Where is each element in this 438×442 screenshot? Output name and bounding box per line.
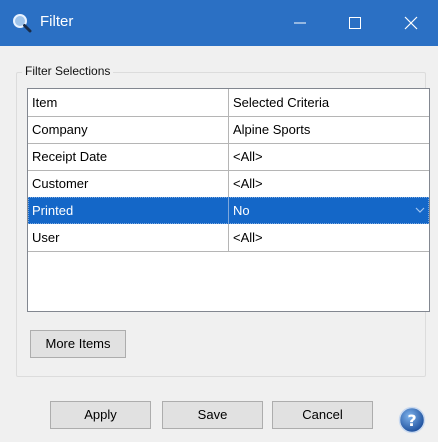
row-item: Company [28, 116, 229, 143]
chevron-down-icon[interactable] [415, 206, 425, 214]
filter-selections-label: Filter Selections [22, 64, 114, 78]
close-icon [404, 16, 418, 30]
row-criteria[interactable]: <All> [229, 224, 429, 251]
maximize-button[interactable] [332, 0, 378, 46]
close-button[interactable] [388, 0, 434, 46]
row-item: Printed [28, 197, 229, 224]
filter-grid[interactable]: Item Selected Criteria Company Alpine Sp… [27, 88, 430, 312]
maximize-icon [349, 17, 361, 29]
table-row[interactable]: Receipt Date <All> [28, 143, 429, 171]
apply-button[interactable]: Apply [50, 401, 151, 429]
table-row[interactable]: User <All> [28, 224, 429, 252]
save-button[interactable]: Save [162, 401, 263, 429]
row-criteria[interactable]: Alpine Sports [229, 116, 429, 143]
table-row[interactable]: Company Alpine Sports [28, 116, 429, 144]
window-title: Filter [40, 13, 74, 30]
row-criteria[interactable]: <All> [229, 170, 429, 197]
svg-text:?: ? [407, 411, 416, 430]
row-item: Receipt Date [28, 143, 229, 170]
filter-window: Filter Filter Selections Item Selected C… [0, 0, 438, 442]
row-item: User [28, 224, 229, 251]
table-row-selected[interactable]: Printed No [28, 197, 429, 224]
minimize-icon [294, 22, 306, 24]
minimize-button[interactable] [277, 0, 323, 46]
row-criteria-dropdown[interactable]: No [229, 197, 429, 224]
more-items-button[interactable]: More Items [30, 330, 126, 358]
row-item: Customer [28, 170, 229, 197]
grid-header-row: Item Selected Criteria [28, 89, 429, 117]
help-icon[interactable]: ? [398, 406, 426, 434]
title-bar: Filter [0, 0, 438, 46]
column-header-criteria: Selected Criteria [233, 95, 330, 110]
column-header-item: Item [28, 89, 229, 116]
magnifier-icon [13, 14, 32, 33]
row-criteria[interactable]: <All> [229, 143, 429, 170]
table-row[interactable]: Customer <All> [28, 170, 429, 198]
cancel-button[interactable]: Cancel [272, 401, 373, 429]
